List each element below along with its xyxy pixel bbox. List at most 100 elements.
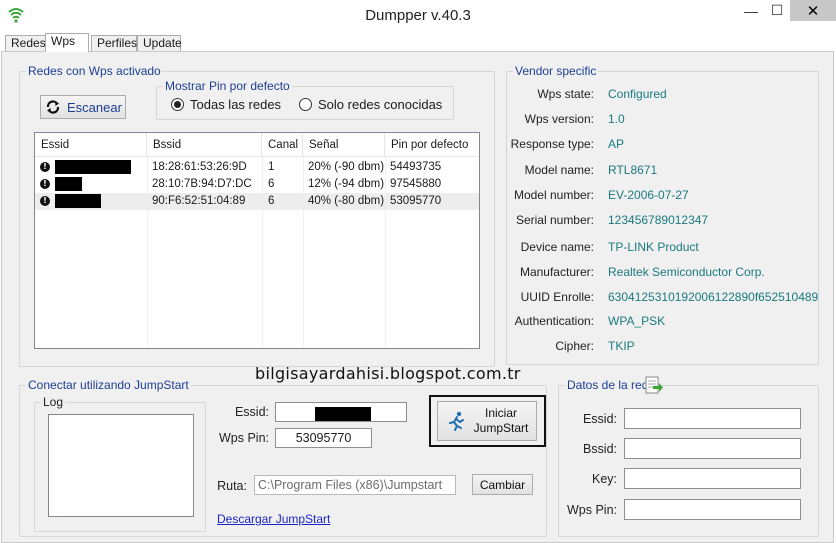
scan-button[interactable]: Escanear bbox=[40, 95, 126, 119]
vendor-specific-title: Vendor specific bbox=[513, 64, 599, 78]
vendor-label-model-number: Model number: bbox=[513, 188, 594, 202]
vendor-value-uuid: 63041253101920061228​90f652510489 bbox=[608, 290, 819, 304]
warning-icon: ! bbox=[40, 162, 50, 172]
default-pin-group-title: Mostrar Pin por defecto bbox=[163, 79, 292, 93]
ruta-label: Ruta: bbox=[217, 479, 247, 493]
running-man-icon bbox=[448, 411, 464, 431]
vendor-label-cipher: Cipher: bbox=[555, 339, 594, 353]
wps-pin-label: Wps Pin: bbox=[218, 431, 269, 445]
window-title: Dumpper v.40.3 bbox=[365, 7, 471, 24]
start-jumpstart-label: Iniciar JumpStart bbox=[474, 406, 529, 436]
column-bssid[interactable]: Bssid bbox=[147, 133, 262, 157]
net-key-label: Key: bbox=[591, 472, 617, 486]
cell-essid bbox=[55, 193, 101, 210]
table-row[interactable]: ! 28:10:7B:94:D7:DC 6 12% (-94 dbm) 9754… bbox=[35, 176, 479, 193]
cell-canal: 6 bbox=[268, 195, 275, 207]
net-key-input[interactable] bbox=[624, 468, 801, 489]
wps-networks-group-title: Redes con Wps activado bbox=[26, 64, 163, 78]
vendor-value-cipher: TKIP bbox=[608, 339, 635, 353]
redacted-essid bbox=[315, 406, 371, 421]
network-data-title: Datos de la red bbox=[565, 378, 651, 392]
vendor-label-response-type: Response type: bbox=[510, 137, 594, 151]
export-document-icon[interactable] bbox=[645, 375, 663, 395]
vendor-value-device-name: TP-LINK Product bbox=[608, 240, 699, 254]
column-senal[interactable]: Señal bbox=[303, 133, 385, 157]
download-jumpstart-link[interactable]: Descargar JumpStart bbox=[217, 512, 330, 526]
log-textarea[interactable] bbox=[48, 414, 194, 517]
log-group-title: Log bbox=[41, 395, 66, 409]
radio-all-networks-label: Todas las redes bbox=[190, 97, 282, 112]
column-essid[interactable]: Essid bbox=[35, 133, 147, 157]
cell-bssid: 18:28:61:53:26:9D bbox=[152, 161, 247, 173]
vendor-label-device-name: Device name: bbox=[520, 240, 594, 254]
jumpstart-group-title: Conectar utilizando JumpStart bbox=[26, 378, 191, 392]
cell-senal: 20% (-90 dbm) bbox=[308, 161, 385, 173]
net-wps-pin-label: Wps Pin: bbox=[566, 503, 617, 517]
cell-bssid: 28:10:7B:94:D7:DC bbox=[152, 178, 252, 190]
vendor-value-manufacturer: Realtek Semiconductor Corp. bbox=[608, 265, 765, 279]
cell-canal: 1 bbox=[268, 161, 275, 173]
tab-update[interactable]: Update bbox=[137, 35, 182, 51]
table-row[interactable]: ! 18:28:61:53:26:9D 1 20% (-90 dbm) 5449… bbox=[35, 159, 479, 176]
start-jumpstart-line1: Iniciar bbox=[484, 406, 517, 420]
start-jumpstart-line2: JumpStart bbox=[473, 421, 529, 435]
tab-strip: Redes Wps Perfiles Update bbox=[0, 33, 836, 52]
minimize-button[interactable]: — bbox=[738, 0, 764, 21]
cell-essid bbox=[55, 159, 131, 176]
vendor-label-wps-version: Wps version: bbox=[524, 112, 594, 126]
cell-canal: 6 bbox=[268, 178, 275, 190]
refresh-icon bbox=[46, 100, 60, 114]
redacted-essid bbox=[55, 176, 82, 191]
cell-senal: 12% (-94 dbm) bbox=[308, 178, 385, 190]
essid-label: Essid: bbox=[234, 405, 269, 419]
vendor-label-uuid: UUID Enrolle: bbox=[520, 290, 594, 304]
radio-all-networks[interactable]: Todas las redes bbox=[171, 97, 281, 112]
vendor-value-authentication: WPA_PSK bbox=[608, 314, 666, 328]
radio-known-networks-label: Solo redes conocidas bbox=[318, 97, 443, 112]
table-row[interactable]: ! 90:F6:52:51:04:89 6 40% (-80 dbm) 5309… bbox=[35, 193, 479, 210]
net-essid-label: Essid: bbox=[582, 412, 617, 426]
column-canal[interactable]: Canal bbox=[262, 133, 303, 157]
vendor-label-model-name: Model name: bbox=[524, 163, 594, 177]
networks-table[interactable]: Essid Bssid Canal Señal Pin por defecto … bbox=[34, 132, 480, 349]
wps-pin-input[interactable]: 53095770 bbox=[275, 428, 372, 448]
tab-redes[interactable]: Redes bbox=[5, 35, 48, 51]
radio-known-networks[interactable]: Solo redes conocidas bbox=[299, 97, 442, 112]
cell-essid bbox=[55, 176, 82, 193]
net-wps-pin-input[interactable] bbox=[624, 499, 801, 520]
start-jumpstart-button[interactable]: Iniciar JumpStart bbox=[437, 401, 537, 441]
tab-wps[interactable]: Wps bbox=[45, 33, 89, 52]
redacted-essid bbox=[55, 193, 101, 208]
vendor-label-authentication: Authentication: bbox=[514, 314, 594, 328]
tab-perfiles[interactable]: Perfiles bbox=[91, 35, 137, 51]
vendor-label-serial-number: Serial number: bbox=[515, 213, 594, 227]
vendor-value-serial-number: 123456789012347 bbox=[608, 213, 709, 227]
vendor-value-model-name: RTL8671 bbox=[608, 163, 658, 177]
vendor-label-manufacturer: Manufacturer: bbox=[519, 265, 594, 279]
table-header: Essid Bssid Canal Señal Pin por defecto bbox=[35, 133, 479, 157]
change-path-button[interactable]: Cambiar bbox=[472, 474, 533, 495]
radio-known-networks-circle[interactable] bbox=[299, 98, 312, 111]
vendor-label-wps-state: Wps state: bbox=[537, 87, 594, 101]
vendor-value-model-number: EV-2006-07-27 bbox=[608, 188, 689, 202]
essid-input[interactable] bbox=[275, 402, 407, 422]
column-pin[interactable]: Pin por defecto bbox=[385, 133, 479, 157]
radio-all-networks-circle[interactable] bbox=[171, 98, 184, 111]
cell-pin: 53095770 bbox=[390, 195, 442, 207]
watermark-text: bilgisayardahisi.blogspot.com.tr bbox=[255, 364, 521, 383]
warning-icon: ! bbox=[40, 179, 50, 189]
close-button[interactable]: ✕ bbox=[790, 0, 836, 21]
cell-bssid: 90:F6:52:51:04:89 bbox=[152, 195, 246, 207]
cell-senal: 40% (-80 dbm) bbox=[308, 195, 385, 207]
vendor-value-response-type: AP bbox=[608, 137, 625, 151]
net-bssid-label: Bssid: bbox=[582, 442, 617, 456]
title-bar[interactable]: Dumpper v.40.3 — ☐ ✕ bbox=[0, 0, 836, 32]
net-bssid-input[interactable] bbox=[624, 438, 801, 459]
maximize-button[interactable]: ☐ bbox=[764, 0, 790, 21]
scan-button-label: Escanear bbox=[67, 99, 122, 115]
cell-pin: 54493735 bbox=[390, 161, 442, 173]
ruta-input[interactable]: C:\Program Files (x86)\Jumpstart bbox=[254, 475, 456, 495]
vendor-value-wps-version: 1.0 bbox=[608, 112, 625, 126]
vendor-value-wps-state: Configured bbox=[608, 87, 667, 101]
net-essid-input[interactable] bbox=[624, 408, 801, 429]
